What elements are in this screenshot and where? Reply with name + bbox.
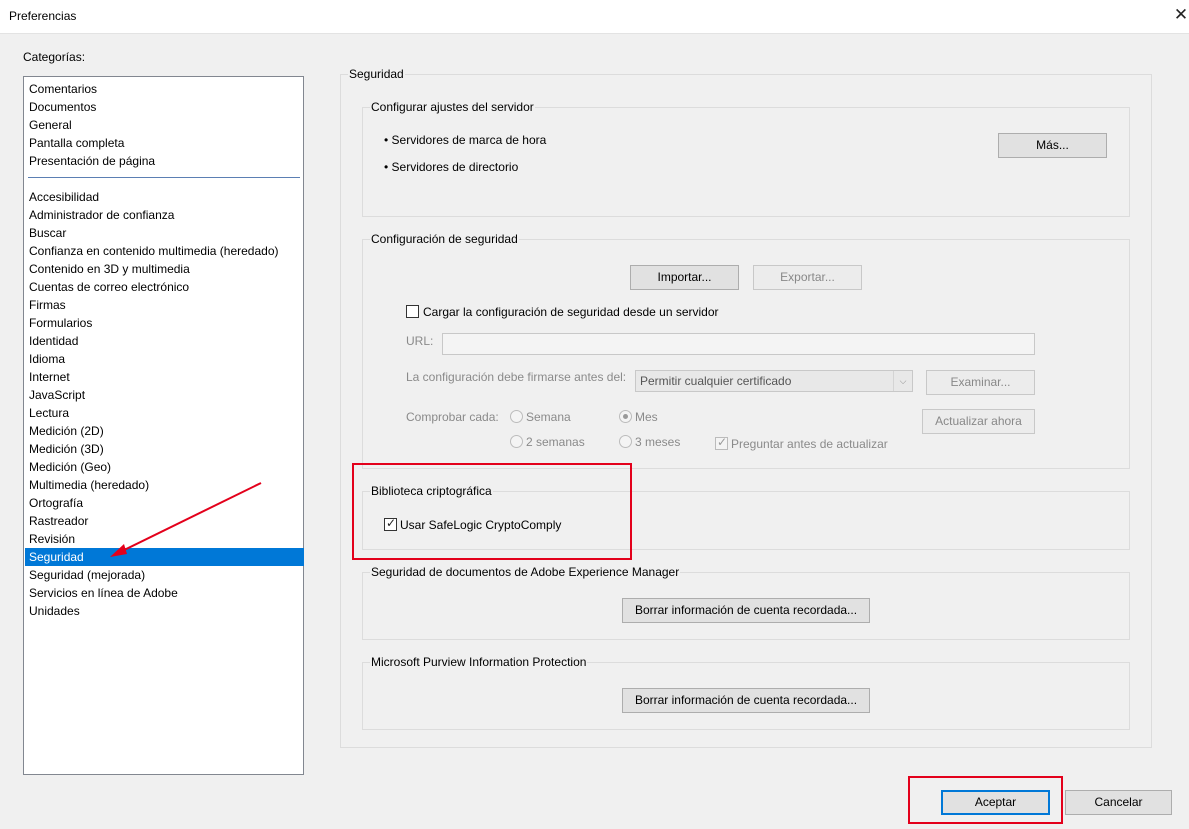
aem-security-title: Seguridad de documentos de Adobe Experie…	[370, 565, 681, 579]
categories-label: Categorías:	[23, 50, 86, 64]
timestamp-servers-item: • Servidores de marca de hora	[384, 133, 547, 147]
category-item-pantalla-completa[interactable]: Pantalla completa	[25, 134, 304, 152]
highlight-box-crypto	[352, 463, 632, 560]
category-item-identidad[interactable]: Identidad	[25, 332, 304, 350]
chevron-down-icon: ⌵	[893, 371, 912, 391]
title-divider	[0, 33, 1189, 34]
category-item-buscar[interactable]: Buscar	[25, 224, 304, 242]
category-item-javascript[interactable]: JavaScript	[25, 386, 304, 404]
category-item-internet[interactable]: Internet	[25, 368, 304, 386]
load-from-server-checkbox[interactable]	[406, 305, 419, 318]
check-icon: ✓	[717, 435, 728, 449]
update-now-button[interactable]: Actualizar ahora	[922, 409, 1035, 434]
highlight-box-ok	[908, 776, 1063, 824]
title-bar: Preferencias	[0, 0, 1189, 33]
cancel-button[interactable]: Cancelar	[1065, 790, 1172, 815]
certificate-select[interactable]: Permitir cualquier certificado ⌵	[635, 370, 913, 392]
category-item-confianza-en-contenido-multimedia-heredado[interactable]: Confianza en contenido multimedia (hered…	[25, 242, 304, 260]
category-item-medición-geo[interactable]: Medición (Geo)	[25, 458, 304, 476]
category-item-cuentas-de-correo-electrónico[interactable]: Cuentas de correo electrónico	[25, 278, 304, 296]
categories-separator	[28, 177, 300, 178]
purview-title: Microsoft Purview Information Protection	[370, 655, 588, 669]
categories-list[interactable]: Comentarios Documentos General Pantalla com…	[23, 76, 304, 775]
category-item-comentarios[interactable]: Comentarios	[25, 80, 304, 98]
radio-2-weeks-label: 2 semanas	[526, 435, 585, 449]
certificate-select-value: Permitir cualquier certificado	[640, 374, 792, 388]
category-item-idioma[interactable]: Idioma	[25, 350, 304, 368]
category-item-general[interactable]: General	[25, 116, 304, 134]
security-panel-title: Seguridad	[348, 67, 405, 81]
category-item-unidades[interactable]: Unidades	[25, 602, 304, 620]
category-item-documentos[interactable]: Documentos	[25, 98, 304, 116]
radio-3-months[interactable]	[619, 435, 632, 448]
category-item-lectura[interactable]: Lectura	[25, 404, 304, 422]
close-icon[interactable]: ✕	[1170, 4, 1189, 26]
check-every-label: Comprobar cada:	[406, 410, 499, 424]
radio-selected-dot	[623, 414, 628, 419]
category-item-servicios-en-línea-de-adobe[interactable]: Servicios en línea de Adobe	[25, 584, 304, 602]
load-from-server-label: Cargar la configuración de seguridad des…	[423, 305, 719, 319]
purview-clear-account-button[interactable]: Borrar información de cuenta recordada..…	[622, 688, 870, 713]
category-item-firmas[interactable]: Firmas	[25, 296, 304, 314]
category-item-contenido-en-3d-y-multimedia[interactable]: Contenido en 3D y multimedia	[25, 260, 304, 278]
category-item-seguridad-mejorada[interactable]: Seguridad (mejorada)	[25, 566, 304, 584]
examine-button[interactable]: Examinar...	[926, 370, 1035, 395]
more-button[interactable]: Más...	[998, 133, 1107, 158]
aem-clear-account-button[interactable]: Borrar información de cuenta recordada..…	[622, 598, 870, 623]
server-settings-title: Configurar ajustes del servidor	[370, 100, 535, 114]
category-item-medición-2d[interactable]: Medición (2D)	[25, 422, 304, 440]
annotation-arrow	[110, 482, 262, 557]
security-config-title: Configuración de seguridad	[370, 232, 519, 246]
category-item-administrador-de-confianza[interactable]: Administrador de confianza	[25, 206, 304, 224]
url-label: URL:	[406, 334, 434, 348]
radio-month[interactable]	[619, 410, 632, 423]
url-input[interactable]	[442, 333, 1035, 355]
window-title: Preferencias	[9, 9, 77, 23]
ask-before-update-label: Preguntar antes de actualizar	[731, 437, 888, 451]
sign-before-label: La configuración debe firmarse antes del…	[406, 370, 627, 384]
radio-week[interactable]	[510, 410, 523, 423]
radio-week-label: Semana	[526, 410, 571, 424]
radio-2-weeks[interactable]	[510, 435, 523, 448]
category-item-presentación-de-página[interactable]: Presentación de página	[25, 152, 304, 170]
export-button[interactable]: Exportar...	[753, 265, 862, 290]
ask-before-update-checkbox[interactable]: ✓	[715, 435, 728, 450]
category-item-formularios[interactable]: Formularios	[25, 314, 304, 332]
radio-3-months-label: 3 meses	[635, 435, 681, 449]
directory-servers-item: • Servidores de directorio	[384, 160, 519, 174]
radio-month-label: Mes	[635, 410, 658, 424]
category-item-accesibilidad[interactable]: Accesibilidad	[25, 188, 304, 206]
import-button[interactable]: Importar...	[630, 265, 739, 290]
category-item-medición-3d[interactable]: Medición (3D)	[25, 440, 304, 458]
